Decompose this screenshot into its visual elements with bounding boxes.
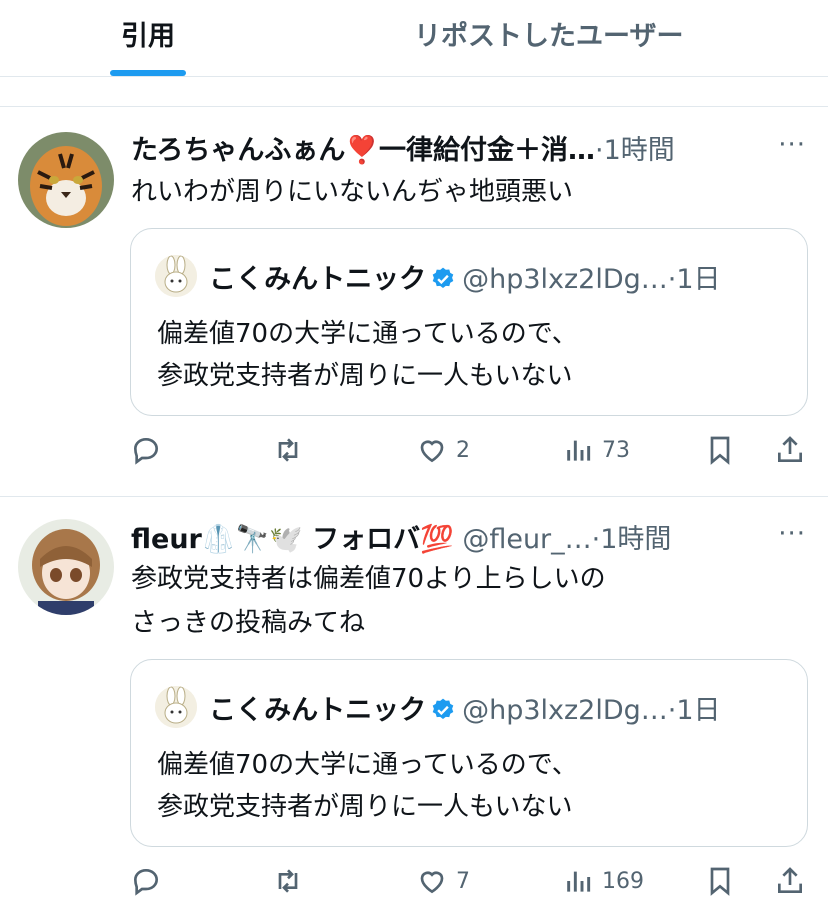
active-tab-indicator [110,70,186,76]
tweet[interactable]: たろちゃんふぁん❣️一律給付金＋消…·1時間 ··· れいわが周りにいないんぢゃ… [0,108,828,496]
reply-button[interactable] [130,434,170,466]
more-options-icon[interactable]: ··· [778,130,806,160]
rabbit-avatar-icon [155,686,197,728]
analytics-icon [567,871,591,892]
quoted-handle: @hp3lxz2lDg… [462,264,668,295]
verified-badge-icon [432,698,454,719]
tiger-avatar-icon[interactable] [18,132,114,228]
quoted-timestamp: ·1日 [667,695,721,726]
tweet-text: 参政党支持者は偏差値70より上らしいの さっきの投稿みてね [131,564,606,638]
quoted-text: 偏差値70の大学に通っているので、 参政党支持者が周りに一人もいない [157,750,578,822]
views-button[interactable]: 73 [562,434,630,466]
tweet[interactable]: fleur🥼🔭🕊️ フォロバ💯 @fleur_…·1時間 ··· 参政党支持者は… [0,497,828,918]
tweet-actions: 2 73 [0,434,828,474]
views-button[interactable]: 169 [562,865,644,897]
repost-button[interactable] [272,434,312,466]
like-count: 7 [456,868,470,894]
like-button[interactable]: 2 [416,434,470,466]
rabbit-avatar-icon [155,255,197,297]
quoted-header: こくみんトニック @hp3lxz2lDg…·1日 [209,257,721,296]
analytics-icon [567,440,591,461]
view-count: 73 [602,437,630,463]
tweet-text: れいわが周りにいないんぢゃ地頭悪い [131,177,574,207]
tab-bar: 引用 リポストしたユーザー [0,0,828,77]
share-icon [778,436,802,462]
repost-button[interactable] [272,865,312,897]
like-button[interactable]: 7 [416,865,470,897]
quoted-tweet[interactable]: こくみんトニック @hp3lxz2lDg…·1日 偏差値70の大学に通っているので… [130,228,808,416]
display-name[interactable]: たろちゃんふぁん❣️一律給付金＋消… [131,135,595,166]
quoted-display-name: こくみんトニック [209,695,427,726]
quoted-timestamp: ·1日 [667,264,721,295]
more-options-icon[interactable]: ··· [778,519,806,549]
quoted-tweet[interactable]: こくみんトニック @hp3lxz2lDg…·1日 偏差値70の大学に通っているので… [130,659,808,847]
tweet-header: fleur🥼🔭🕊️ フォロバ💯 @fleur_…·1時間 [131,517,671,557]
view-count: 169 [602,868,644,894]
repost-icon [278,869,298,893]
like-count: 2 [456,437,470,463]
reply-icon [133,868,159,896]
quoted-display-name: こくみんトニック [209,264,427,295]
bookmark-icon [710,867,730,896]
quoted-header: こくみんトニック @hp3lxz2lDg…·1日 [209,688,721,727]
bookmark-icon [710,436,730,465]
quoted-handle: @hp3lxz2lDg… [462,695,668,726]
timestamp[interactable]: ·1時間 [595,135,675,166]
share-icon [778,867,802,893]
quoted-text: 偏差値70の大学に通っているので、 参政党支持者が周りに一人もいない [157,319,578,391]
heart-icon [420,440,444,463]
heart-icon [420,871,444,894]
divider [0,106,828,107]
share-button[interactable] [774,434,806,466]
handle[interactable]: @fleur_… [462,524,591,555]
bookmark-button[interactable] [704,865,736,897]
bookmark-button[interactable] [704,434,736,466]
display-name[interactable]: fleur🥼🔭🕊️ フォロバ💯 [131,524,454,555]
reply-button[interactable] [130,865,170,897]
tab-quotes[interactable]: 引用 [110,14,186,53]
timestamp[interactable]: ·1時間 [592,524,672,555]
tweet-actions: 7 169 [0,865,828,905]
share-button[interactable] [774,865,806,897]
tweet-header: たろちゃんふぁん❣️一律給付金＋消…·1時間 [131,128,675,168]
tab-reposted-users[interactable]: リポストしたユーザー [414,14,683,53]
repost-icon [278,438,298,462]
reply-icon [133,437,159,465]
doll-avatar-icon[interactable] [18,519,114,615]
verified-badge-icon [432,267,454,288]
